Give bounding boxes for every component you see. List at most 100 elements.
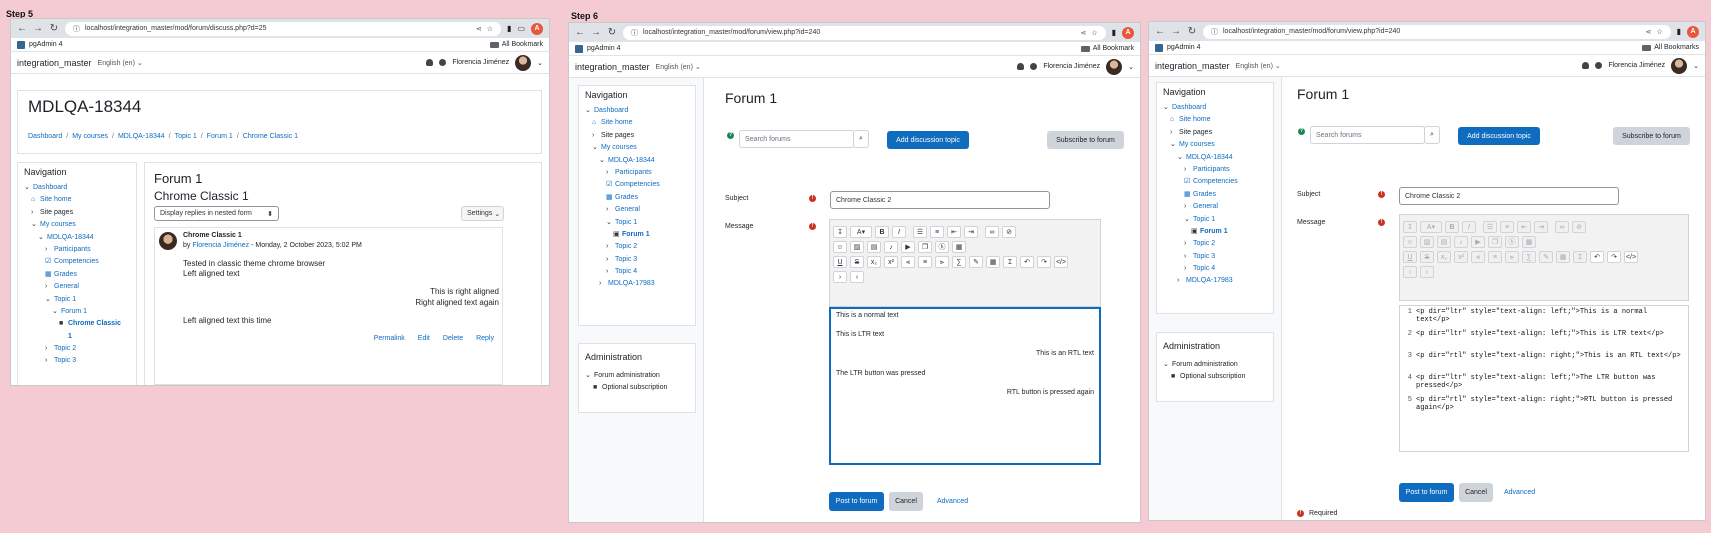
advanced-link[interactable]: Advanced bbox=[1504, 489, 1535, 496]
site-name[interactable]: integration_master bbox=[17, 58, 92, 68]
nav-item-mdlqa-18344[interactable]: ⌄ MDLQA-18344 bbox=[24, 232, 130, 244]
html-icon[interactable]: </> bbox=[1054, 256, 1068, 268]
nav-item-dashboard[interactable]: ⌄ Dashboard bbox=[585, 105, 689, 117]
site-name[interactable]: integration_master bbox=[1155, 61, 1230, 71]
sidebar-icon[interactable]: ▮ bbox=[1112, 28, 1116, 37]
back-icon[interactable]: ← bbox=[575, 27, 585, 38]
info-icon[interactable]: ⓘ bbox=[631, 28, 638, 38]
subscribe-button[interactable]: Subscribe to forum bbox=[1047, 131, 1124, 149]
sidebar-icon[interactable]: ▮ bbox=[507, 24, 511, 33]
share-icon[interactable]: ⋖ bbox=[476, 25, 482, 33]
back-icon[interactable]: ← bbox=[17, 23, 27, 34]
add-discussion-topic-button[interactable]: Add discussion topic bbox=[887, 131, 969, 149]
image-icon[interactable]: ▨ bbox=[850, 241, 864, 253]
nav-item-topic-1[interactable]: ⌄ Topic 1 bbox=[1163, 214, 1267, 226]
breadcrumb-item-topic-1[interactable]: Topic 1 bbox=[175, 133, 197, 140]
nav-item-1[interactable]: 1 bbox=[24, 331, 130, 343]
numbered-list-icon[interactable]: ≡ bbox=[930, 226, 944, 238]
profile-avatar[interactable]: A bbox=[531, 22, 543, 35]
nav-item-dashboard[interactable]: ⌄ Dashboard bbox=[24, 182, 130, 194]
nav-item-topic-3[interactable]: › Topic 3 bbox=[24, 355, 130, 367]
nav-item-topic-2[interactable]: › Topic 2 bbox=[585, 241, 689, 253]
nav-item-topic-4[interactable]: › Topic 4 bbox=[1163, 263, 1267, 275]
subscript-icon[interactable]: x₂ bbox=[867, 256, 881, 268]
display-mode-select[interactable]: Display replies in nested form ⬍ bbox=[154, 206, 279, 221]
nav-item-my-courses[interactable]: ⌄ My courses bbox=[24, 219, 130, 231]
undo-icon[interactable]: ↶ bbox=[1590, 251, 1604, 263]
forward-icon[interactable]: → bbox=[1171, 26, 1181, 37]
post-to-forum-button[interactable]: Post to forum bbox=[829, 492, 884, 511]
breadcrumb-item-dashboard[interactable]: Dashboard bbox=[28, 133, 62, 140]
messages-icon[interactable] bbox=[439, 59, 447, 66]
nav-item-topic-4[interactable]: › Topic 4 bbox=[585, 266, 689, 278]
delete-link[interactable]: Delete bbox=[443, 335, 463, 342]
user-name[interactable]: Florencia Jiménez bbox=[452, 59, 509, 66]
italic-icon[interactable]: I bbox=[892, 226, 906, 238]
advanced-link[interactable]: Advanced bbox=[937, 498, 968, 505]
nav-item-competencies[interactable]: ☑ Competencies bbox=[1163, 176, 1267, 188]
breadcrumb-item-chrome-classic-1[interactable]: Chrome Classic 1 bbox=[243, 133, 298, 140]
breadcrumb-item-forum-1[interactable]: Forum 1 bbox=[207, 133, 233, 140]
share-icon[interactable]: ⋖ bbox=[1645, 28, 1651, 36]
search-button[interactable]: ⌕ bbox=[853, 130, 869, 148]
edit-link[interactable]: Edit bbox=[418, 335, 430, 342]
nav-item-forum-1[interactable]: ⌄ Forum 1 bbox=[24, 306, 130, 318]
notifications-icon[interactable] bbox=[426, 59, 434, 66]
emoji-icon[interactable]: ☺ bbox=[833, 241, 847, 253]
nav-item-forum-1[interactable]: ▣ Forum 1 bbox=[1163, 226, 1267, 238]
messages-icon[interactable] bbox=[1030, 63, 1038, 70]
all-bookmarks[interactable]: All Bookmark bbox=[489, 41, 543, 48]
reload-icon[interactable]: ↻ bbox=[607, 27, 617, 38]
breadcrumb-item-mdlqa-18344[interactable]: MDLQA-18344 bbox=[118, 133, 165, 140]
nav-item-topic-2[interactable]: › Topic 2 bbox=[24, 343, 130, 355]
align-right-icon[interactable]: ⫸ bbox=[935, 256, 949, 268]
post-to-forum-button[interactable]: Post to forum bbox=[1399, 483, 1454, 502]
nav-item-grades[interactable]: ▦ Grades bbox=[24, 269, 130, 281]
address-bar[interactable]: ⓘ localhost/integration_master/mod/forum… bbox=[623, 25, 1106, 40]
strikethrough-icon[interactable]: S bbox=[850, 256, 864, 268]
nav-item-general[interactable]: › General bbox=[24, 281, 130, 293]
h5p-icon[interactable]: ⓗ bbox=[935, 241, 949, 253]
nav-item-topic-2[interactable]: › Topic 2 bbox=[1163, 238, 1267, 250]
breadcrumb-item-my-courses[interactable]: My courses bbox=[72, 133, 108, 140]
outdent-icon[interactable]: ⇤ bbox=[947, 226, 961, 238]
language-menu[interactable]: English (en) ⌄ bbox=[656, 63, 701, 71]
address-bar[interactable]: ⓘ localhost/integration_master/mod/forum… bbox=[1203, 24, 1671, 39]
nav-item-mdlqa-18344[interactable]: ⌄ MDLQA-18344 bbox=[1163, 152, 1267, 164]
help-icon[interactable]: ? bbox=[1298, 128, 1305, 135]
ltr-icon[interactable]: › bbox=[833, 271, 847, 283]
notifications-icon[interactable] bbox=[1582, 62, 1590, 69]
user-avatar[interactable] bbox=[515, 54, 532, 71]
profile-avatar[interactable]: A bbox=[1687, 25, 1699, 38]
collapse-icon[interactable]: ↧ bbox=[833, 226, 847, 238]
align-left-icon[interactable]: ⫷ bbox=[901, 256, 915, 268]
nav-item-mdlqa-17983[interactable]: › MDLQA-17983 bbox=[585, 278, 689, 290]
nav-item-topic-1[interactable]: ⌄ Topic 1 bbox=[585, 217, 689, 229]
profile-avatar[interactable]: A bbox=[1122, 26, 1134, 39]
nav-item-topic-3[interactable]: › Topic 3 bbox=[585, 254, 689, 266]
nav-item-chrome-classic[interactable]: ■ Chrome Classic bbox=[24, 318, 130, 330]
subscribe-button[interactable]: Subscribe to forum bbox=[1613, 127, 1690, 145]
align-center-icon[interactable]: ≡ bbox=[918, 256, 932, 268]
sidebar-icon[interactable]: ▮ bbox=[1677, 27, 1681, 36]
underline-icon[interactable]: U bbox=[833, 256, 847, 268]
nav-item-grades[interactable]: ▦ Grades bbox=[585, 192, 689, 204]
bookmark-pgadmin[interactable]: pgAdmin 4 bbox=[29, 41, 62, 48]
user-avatar[interactable] bbox=[1106, 58, 1123, 75]
media-icon[interactable]: ▤ bbox=[867, 241, 881, 253]
info-icon[interactable]: ⓘ bbox=[1211, 27, 1218, 37]
nav-item-site-home[interactable]: ⌂ Site home bbox=[585, 117, 689, 129]
cancel-button[interactable]: Cancel bbox=[1459, 483, 1493, 502]
nav-item-general[interactable]: › General bbox=[585, 204, 689, 216]
language-menu[interactable]: English (en) ⌄ bbox=[1236, 62, 1281, 70]
indent-icon[interactable]: ⇥ bbox=[964, 226, 978, 238]
html-source-editor[interactable]: 1 <p dir="ltr" style="text-align: left;">… bbox=[1399, 305, 1689, 452]
chevron-down-icon[interactable]: ⌄ bbox=[537, 59, 543, 67]
nav-item-my-courses[interactable]: ⌄ My courses bbox=[1163, 139, 1267, 151]
permalink-link[interactable]: Permalink bbox=[374, 335, 405, 342]
nav-item-general[interactable]: › General bbox=[1163, 201, 1267, 213]
redo-icon[interactable]: ↷ bbox=[1037, 256, 1051, 268]
messages-icon[interactable] bbox=[1595, 62, 1603, 69]
nav-item-site-home[interactable]: ⌂ Site home bbox=[24, 194, 130, 206]
info-icon[interactable]: ⓘ bbox=[73, 24, 80, 34]
